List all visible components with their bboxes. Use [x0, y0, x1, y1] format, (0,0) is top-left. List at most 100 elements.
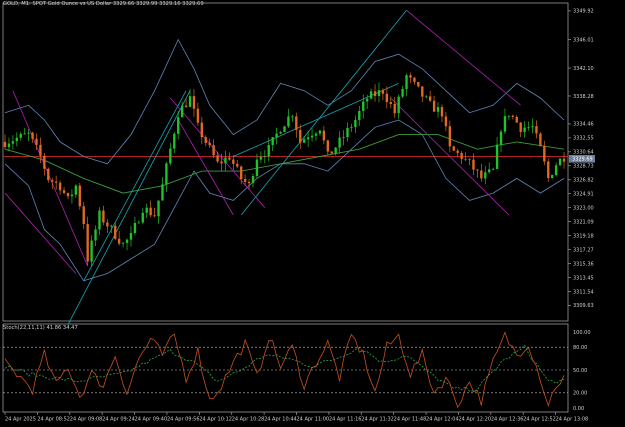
candle-body: [539, 133, 542, 147]
candle-body: [173, 133, 176, 149]
price-tick-label: 3349.92: [573, 9, 594, 15]
candle-body: [480, 170, 483, 179]
candle-body: [425, 96, 428, 98]
time-tick-label: 24 Apr 11:48: [394, 417, 427, 423]
candle-body: [19, 133, 22, 138]
chart-canvas[interactable]: 3349.92 3346.01 3342.10 3338.28 3334.46 3332.…: [0, 0, 625, 423]
candle-body: [228, 157, 231, 160]
candle-body: [267, 144, 270, 156]
candle-body: [224, 157, 227, 164]
candle-body: [365, 98, 369, 102]
candle-body: [334, 147, 337, 154]
stoch-tick-label: 100.00: [573, 330, 591, 336]
stochastic-label: Stoch(22,11,11) 41.86 34.47: [3, 325, 78, 331]
price-tick-label: 3328.73: [573, 164, 594, 170]
candle-body: [86, 224, 89, 262]
candle-body: [558, 158, 562, 166]
candle-body: [405, 75, 408, 89]
candle-body: [519, 122, 522, 132]
candle-body: [110, 225, 113, 227]
candle-body: [204, 137, 207, 143]
candle-body: [117, 238, 121, 244]
candle-body: [3, 141, 7, 148]
candle-body: [448, 126, 452, 147]
candle-body: [464, 158, 467, 160]
time-tick-label: 24 Apr 10:28: [232, 417, 265, 423]
candle-body: [129, 232, 133, 240]
candle-body: [314, 133, 318, 136]
candle-body: [397, 96, 400, 114]
stoch-tick-label: 80.00: [573, 345, 587, 351]
candle-body: [385, 93, 389, 103]
time-tick-label: 24 Apr 12:20: [458, 417, 491, 423]
candle-body: [157, 200, 160, 217]
price-tick-label: 3326.82: [573, 178, 594, 184]
candle-body: [456, 150, 459, 153]
price-axis[interactable]: 3349.92 3346.01 3342.10 3338.28 3334.46 3332.…: [568, 9, 595, 310]
candle-body: [161, 184, 164, 201]
candle-body: [413, 77, 416, 82]
candle-body: [275, 133, 278, 138]
candle-body: [240, 166, 243, 179]
candle-body: [94, 229, 97, 241]
candle-body: [468, 158, 471, 160]
candle-body: [78, 185, 81, 207]
candle-body: [393, 103, 396, 114]
time-tick-label: 24 Apr 08:52: [37, 417, 70, 423]
chart-area[interactable]: 3349.92 3346.01 3342.10 3338.28 3334.46 3332.…: [0, 0, 625, 423]
candle-body: [322, 130, 326, 141]
candle-body: [547, 161, 550, 178]
candle-body: [358, 110, 361, 121]
time-tick-label: 24 Apr 11:32: [361, 417, 394, 423]
candle-body: [503, 116, 507, 132]
candle-body: [460, 152, 463, 160]
time-tick-label: 24 Apr 09:24: [102, 417, 135, 423]
time-axis[interactable]: 24 Apr 2025 24 Apr 08:52 24 Apr 09:08 24 Ap…: [4, 412, 589, 423]
candle-body: [180, 105, 184, 118]
price-tick-label: 3317.27: [573, 247, 594, 253]
candle-body: [381, 90, 385, 94]
time-tick-label: 24 Apr 2025: [5, 417, 36, 423]
candle-body: [271, 137, 274, 145]
price-tick-label: 3321.09: [573, 219, 594, 225]
upper-band-line: [4, 38, 565, 165]
channel-line-2: [240, 10, 407, 216]
price-tick-label: 3319.18: [573, 233, 594, 239]
price-tick-label: 3346.01: [573, 37, 594, 43]
candle-body: [251, 175, 255, 184]
candle-body: [31, 132, 34, 139]
candle-body: [23, 133, 26, 135]
candle-body: [236, 163, 239, 167]
candle-body: [106, 222, 109, 227]
candle-body: [153, 215, 156, 217]
candle-body: [535, 126, 538, 134]
price-tick-label: 3324.91: [573, 192, 594, 198]
candle-body: [562, 158, 566, 162]
stoch-tick-label: 0.00: [573, 406, 584, 412]
time-tick-label: 24 Apr 10:12: [199, 417, 232, 423]
candle-body: [543, 146, 546, 162]
price-tick-label: 3313.45: [573, 275, 594, 281]
candle-body: [511, 115, 515, 117]
candle-body: [196, 108, 200, 123]
time-tick-label: 24 Apr 13:08: [556, 417, 589, 423]
candlestick-series: [3, 72, 566, 267]
channel-line-4: [12, 90, 89, 267]
symbol-header: GOLD, M1: SPOT Gold Ounce vs US Dollar 3…: [3, 1, 204, 7]
time-tick-label: 24 Apr 09:56: [167, 417, 200, 423]
price-tick-label: 3311.54: [573, 289, 594, 295]
candle-body: [362, 101, 365, 111]
time-tick-label: 24 Apr 09:08: [70, 417, 103, 423]
candle-body: [350, 127, 353, 128]
candle-body: [499, 131, 503, 145]
candle-body: [232, 159, 235, 164]
price-tick-label: 3338.28: [573, 94, 594, 100]
stoch-signal-line: [4, 344, 565, 392]
candle-body: [326, 140, 329, 152]
candle-body: [495, 144, 499, 169]
candle-body: [102, 210, 105, 223]
price-tick-label: 3334.46: [573, 122, 594, 128]
channel-line-8: [406, 10, 521, 106]
candle-body: [220, 161, 223, 164]
stoch-tick-label: 50.00: [573, 368, 587, 374]
